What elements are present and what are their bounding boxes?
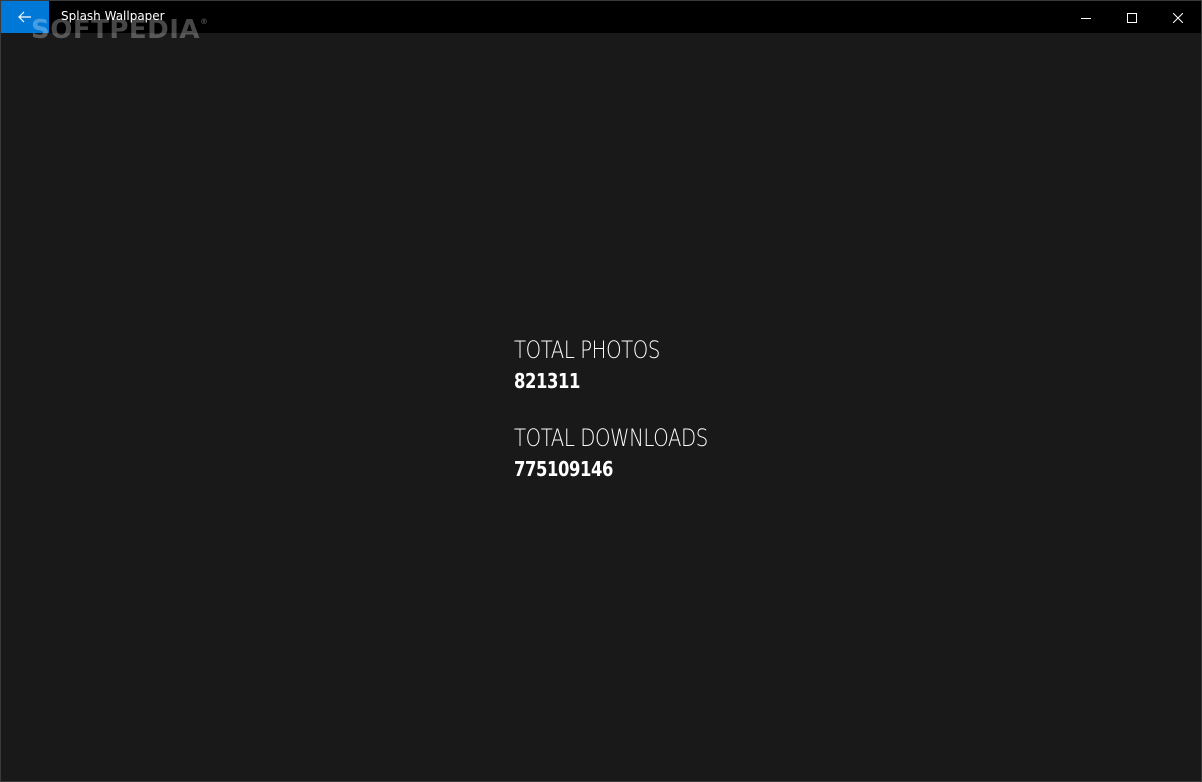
close-icon — [1172, 8, 1184, 27]
total-photos-label: TOTAL PHOTOS — [514, 336, 660, 364]
window-title: Splash Wallpaper — [61, 9, 165, 23]
total-downloads-label: TOTAL DOWNLOADS — [514, 424, 708, 452]
maximize-icon — [1127, 8, 1137, 27]
stats-panel: TOTAL PHOTOS 821311 TOTAL DOWNLOADS 7751… — [514, 334, 750, 484]
maximize-button[interactable] — [1109, 1, 1155, 33]
close-button[interactable] — [1155, 1, 1201, 33]
total-photos-stat: TOTAL PHOTOS 821311 — [514, 334, 750, 396]
caption-buttons — [1063, 1, 1201, 33]
minimize-button[interactable] — [1063, 1, 1109, 33]
total-downloads-stat: TOTAL DOWNLOADS 775109146 — [514, 422, 750, 484]
title-bar[interactable]: Splash Wallpaper SOFTPEDIA® — [1, 1, 1201, 45]
back-button[interactable] — [1, 1, 49, 33]
arrow-left-icon — [18, 8, 32, 27]
minimize-icon — [1081, 8, 1091, 27]
total-photos-value: 821311 — [514, 369, 581, 393]
total-downloads-value: 775109146 — [514, 457, 614, 481]
app-window: Splash Wallpaper SOFTPEDIA® TOTAL PHOTOS… — [0, 0, 1202, 782]
